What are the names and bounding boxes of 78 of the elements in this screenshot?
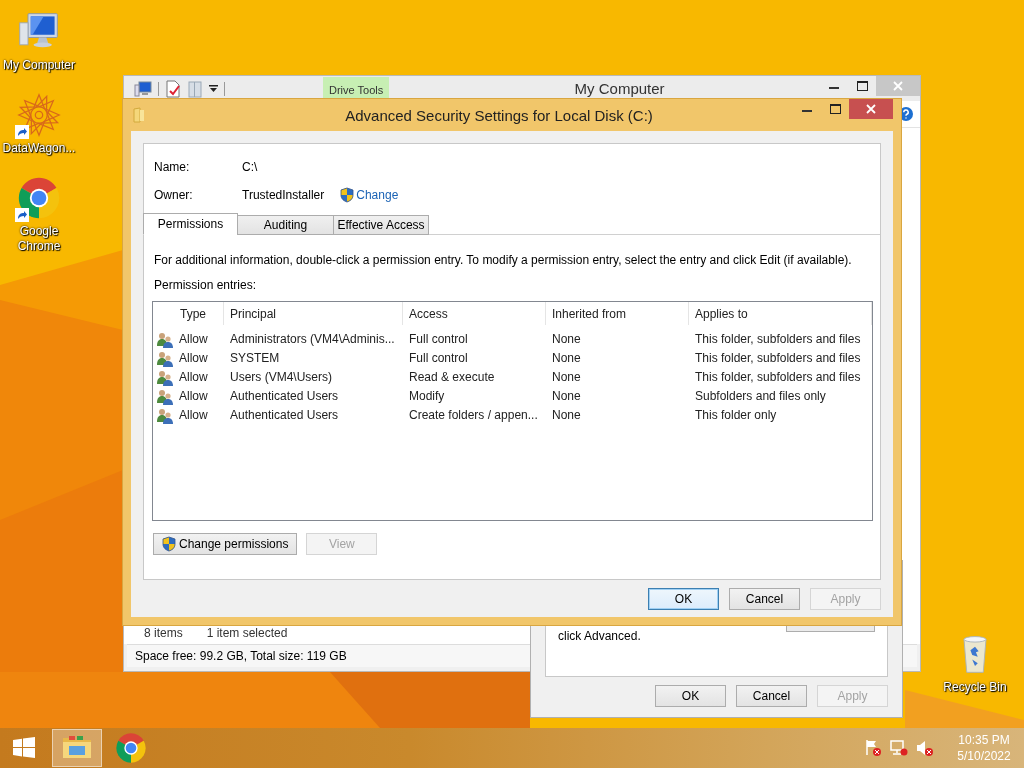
folder-icon bbox=[133, 107, 145, 123]
table-cell-text: This folder, subfolders and files bbox=[694, 350, 862, 367]
document-check-icon[interactable] bbox=[165, 79, 181, 98]
table-cell-text: Read & execute bbox=[408, 369, 496, 386]
star-pattern-icon[interactable] bbox=[17, 93, 61, 137]
dialog-button[interactable]: Cancel bbox=[736, 685, 807, 707]
instruction-text: click Advanced. bbox=[558, 629, 641, 643]
users-icon bbox=[157, 331, 173, 348]
table-cell-text: Authenticated Users bbox=[229, 388, 340, 405]
browser-logo-icon bbox=[115, 732, 147, 764]
clock-date: 5/10/2022 bbox=[957, 748, 1011, 764]
column-header[interactable]: Principal bbox=[224, 302, 403, 325]
field-label: Name: bbox=[154, 160, 191, 174]
table-cell-text: None bbox=[551, 350, 582, 367]
speaker-icon[interactable] bbox=[916, 739, 934, 757]
change-link[interactable]: Change bbox=[340, 187, 399, 203]
table-cell-text: Full control bbox=[408, 331, 469, 348]
status-text: 8 items bbox=[144, 626, 183, 640]
table-cell-text: SYSTEM bbox=[229, 350, 281, 367]
tab[interactable]: Permissions bbox=[143, 213, 238, 235]
users-icon bbox=[157, 350, 173, 367]
info-text: For additional information, double-click a permission entry. To modify a permission entry, select the entry and click Edit (if available). bbox=[154, 253, 853, 268]
close-icon bbox=[893, 81, 903, 91]
dialog-title: Advanced Security Settings for Local Disk (C:) bbox=[344, 106, 654, 126]
table-cell-text: Users (VM4\Users) bbox=[229, 369, 333, 386]
table-cell-text: Allow bbox=[179, 407, 208, 424]
table-cell-text: Allow bbox=[179, 350, 208, 367]
close-icon bbox=[866, 104, 876, 114]
section-label: Permission entries: bbox=[154, 278, 258, 293]
table-cell-text: This folder, subfolders and files bbox=[694, 331, 862, 348]
column-header[interactable]: Inherited from bbox=[546, 302, 689, 325]
table-cell-text: This folder, subfolders and files bbox=[694, 369, 862, 386]
table-cell-text: None bbox=[551, 407, 582, 424]
table-cell-text: Allow bbox=[179, 331, 208, 348]
dialog-button[interactable]: OK bbox=[648, 588, 719, 610]
table-cell-text: Full control bbox=[408, 350, 469, 367]
windows-logo-icon bbox=[12, 736, 36, 760]
tab[interactable]: Auditing bbox=[237, 215, 334, 235]
dialog-button[interactable]: Change permissions bbox=[153, 533, 298, 555]
ribbon-tab[interactable]: Drive Tools bbox=[323, 77, 390, 101]
table-cell-text: Administrators (VM4\Adminis... bbox=[229, 331, 396, 348]
column-header[interactable]: Type bbox=[153, 302, 224, 325]
dialog-button[interactable]: Cancel bbox=[729, 588, 800, 610]
table-cell-text: None bbox=[551, 369, 582, 386]
users-icon bbox=[157, 407, 173, 424]
table-cell-text: Create folders / appen... bbox=[408, 407, 539, 424]
field-value: C:\ bbox=[242, 160, 259, 174]
caret-icon[interactable] bbox=[209, 84, 218, 93]
taskbar-app[interactable] bbox=[52, 729, 102, 767]
table-cell-text: Authenticated Users bbox=[229, 407, 340, 424]
column-header[interactable]: Applies to bbox=[689, 302, 872, 325]
field-value: TrustedInstaller bbox=[242, 188, 325, 202]
table-cell-text: None bbox=[551, 331, 582, 348]
column-header[interactable]: Access bbox=[403, 302, 546, 325]
tab[interactable]: Effective Access bbox=[333, 215, 429, 235]
browser-logo-icon[interactable] bbox=[17, 176, 61, 220]
table-cell-text: Allow bbox=[179, 369, 208, 386]
field-label: Owner: bbox=[154, 188, 194, 202]
users-icon bbox=[157, 388, 173, 405]
shield-icon bbox=[340, 187, 355, 203]
network-icon[interactable] bbox=[890, 739, 908, 757]
dialog-button[interactable]: OK bbox=[655, 685, 726, 707]
maximize-icon bbox=[829, 104, 841, 114]
computer-icon[interactable] bbox=[134, 80, 152, 97]
clock-time: 10:35 PM bbox=[958, 732, 1010, 748]
table-cell-text: None bbox=[551, 388, 582, 405]
shield-icon bbox=[162, 536, 176, 552]
window-title: My Computer bbox=[573, 80, 666, 97]
users-icon bbox=[157, 369, 173, 386]
table-cell-text: Allow bbox=[179, 388, 208, 405]
maximize-icon bbox=[856, 81, 868, 91]
table-cell-text: This folder only bbox=[694, 407, 778, 424]
status-text: 1 item selected bbox=[206, 626, 288, 640]
close-button[interactable] bbox=[849, 99, 893, 119]
flag-icon[interactable] bbox=[864, 739, 882, 757]
table-cell-text: Modify bbox=[408, 388, 446, 405]
table-cell-text: Subfolders and files only bbox=[694, 388, 827, 405]
status-text: Space free: 99.2 GB, Total size: 119 GB bbox=[135, 649, 347, 663]
